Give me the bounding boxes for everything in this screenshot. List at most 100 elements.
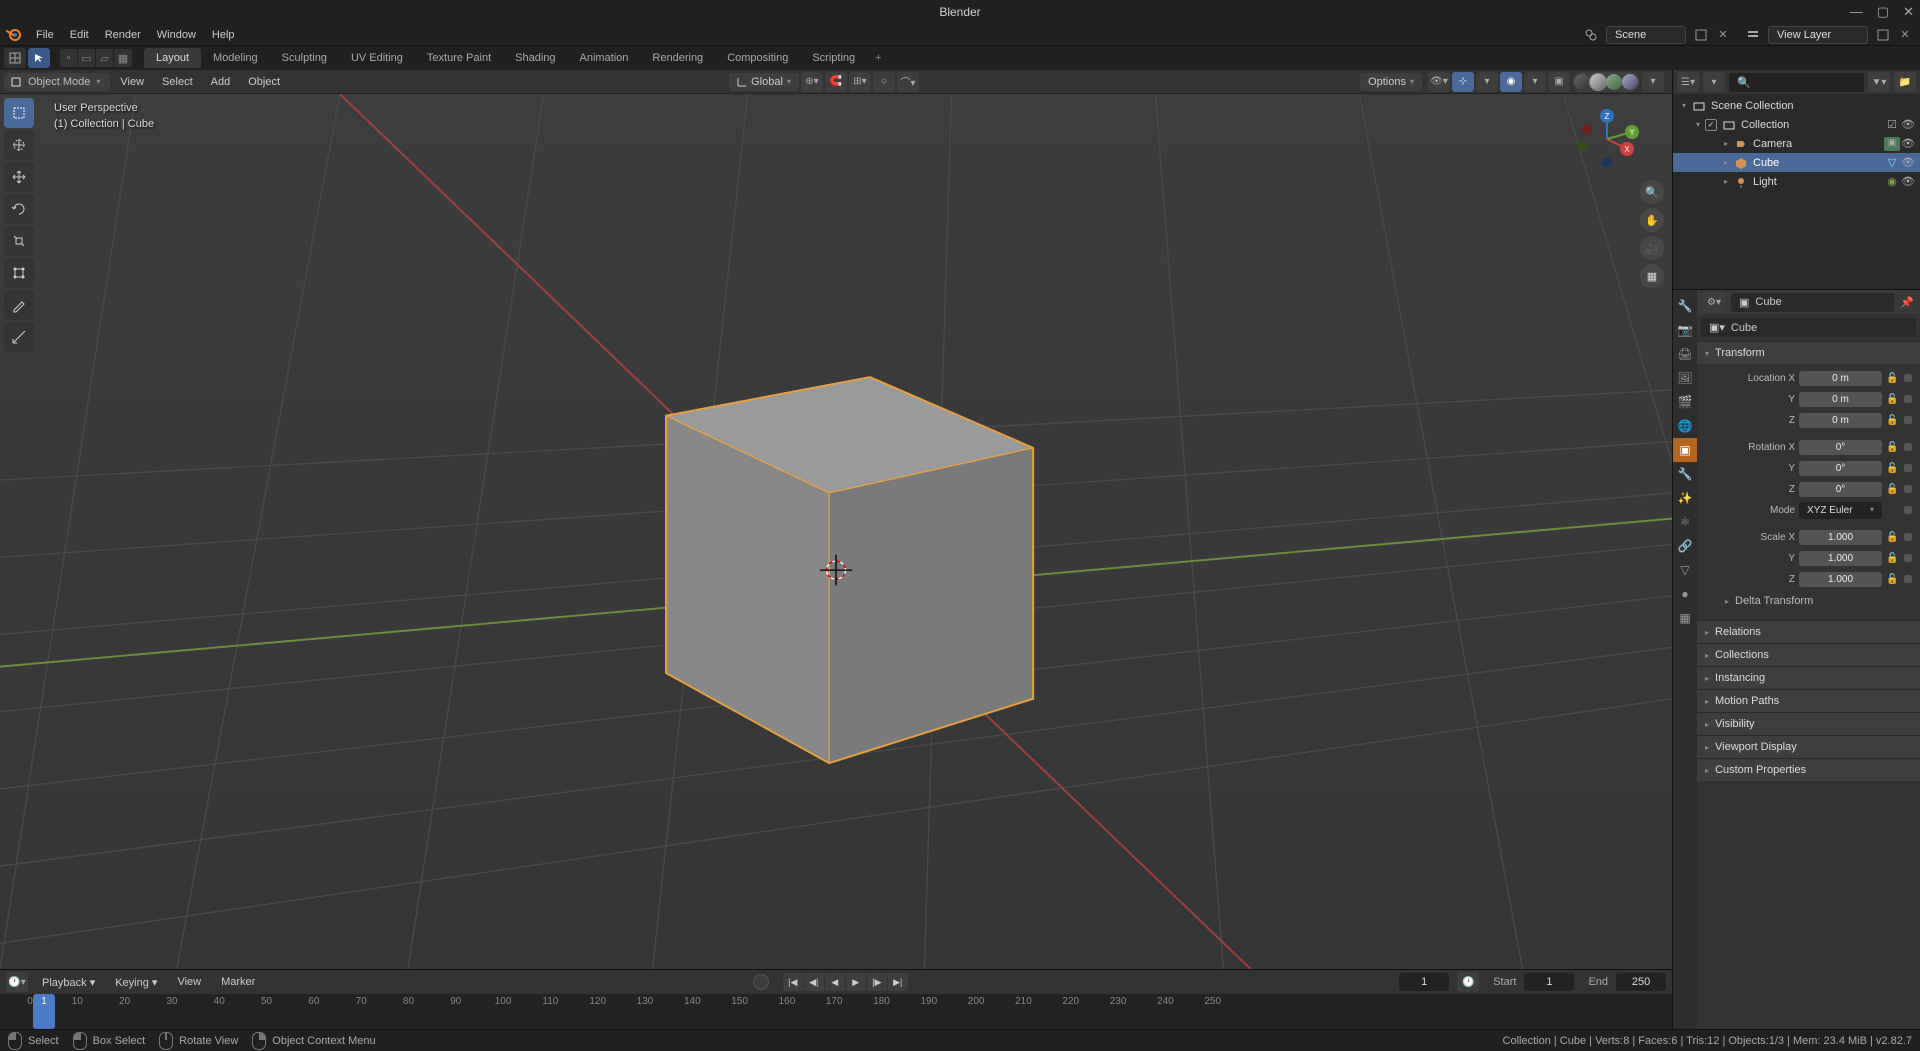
blender-logo-icon[interactable] bbox=[4, 26, 22, 44]
scene-delete-button[interactable]: ✕ bbox=[1713, 25, 1733, 45]
tool-annotate[interactable] bbox=[4, 290, 34, 320]
tool-measure[interactable] bbox=[4, 322, 34, 352]
outliner-scene-collection[interactable]: ▾ Scene Collection bbox=[1673, 96, 1920, 115]
panel-viewport-display[interactable]: Viewport Display bbox=[1697, 735, 1920, 758]
outliner-item-cube[interactable]: ▸ Cube ▽ 👁 bbox=[1673, 153, 1920, 172]
collection-enable-checkbox[interactable]: ✓ bbox=[1705, 119, 1717, 131]
timeline-menu-keying[interactable]: Keying ▾ bbox=[109, 973, 163, 992]
prop-tab-data[interactable]: ▽ bbox=[1673, 558, 1697, 582]
prop-tab-physics[interactable]: ⚛ bbox=[1673, 510, 1697, 534]
camera-view-icon[interactable]: 🎥 bbox=[1640, 236, 1664, 260]
timeline-menu-playback[interactable]: Playback ▾ bbox=[36, 973, 101, 992]
exclude-toggle[interactable]: ☑ bbox=[1884, 118, 1900, 131]
xray-toggle[interactable]: ▣ bbox=[1548, 72, 1570, 92]
outliner-search-field[interactable]: 🔍 bbox=[1729, 73, 1864, 92]
viewport-options[interactable]: Options bbox=[1360, 73, 1422, 91]
pivot-point-button[interactable]: ⊕▾ bbox=[801, 72, 823, 92]
visibility-filter-button[interactable]: 👁▾ bbox=[1428, 72, 1450, 92]
menu-edit[interactable]: Edit bbox=[62, 26, 97, 44]
panel-instancing[interactable]: Instancing bbox=[1697, 666, 1920, 689]
prop-tab-material[interactable]: ● bbox=[1673, 582, 1697, 606]
lock-icon[interactable]: 🔓 bbox=[1886, 442, 1900, 453]
select-mode-1[interactable]: ▫ bbox=[60, 49, 78, 67]
overlay-toggle[interactable]: ◉ bbox=[1500, 72, 1522, 92]
workspace-tab-animation[interactable]: Animation bbox=[568, 48, 641, 68]
camera-data-icon[interactable]: ▣ bbox=[1884, 137, 1900, 151]
scale-x-field[interactable]: 1.000 bbox=[1799, 530, 1882, 545]
panel-relations[interactable]: Relations bbox=[1697, 620, 1920, 643]
editor-type-button[interactable] bbox=[4, 48, 26, 68]
mode-selector[interactable]: Object Mode bbox=[4, 73, 110, 91]
select-mode-3[interactable]: ▱ bbox=[96, 49, 114, 67]
shading-solid[interactable] bbox=[1590, 74, 1606, 90]
outliner-item-light[interactable]: ▸ Light ◉ 👁 bbox=[1673, 172, 1920, 191]
prop-tab-constraints[interactable]: 🔗 bbox=[1673, 534, 1697, 558]
timeline-track[interactable]: 0102030405060708090100110120130140150160… bbox=[0, 994, 1672, 1029]
lock-icon[interactable]: 🔓 bbox=[1886, 553, 1900, 564]
rotation-y-field[interactable]: 0° bbox=[1799, 461, 1882, 476]
transform-orientation[interactable]: Global bbox=[729, 73, 799, 91]
keyframe-dot[interactable] bbox=[1904, 533, 1912, 541]
panel-visibility[interactable]: Visibility bbox=[1697, 712, 1920, 735]
workspace-tab-texture-paint[interactable]: Texture Paint bbox=[415, 48, 503, 68]
timeline-editor-type[interactable]: 🕐▾ bbox=[6, 972, 28, 992]
outliner-item-camera[interactable]: ▸ Camera ▣ 👁 bbox=[1673, 134, 1920, 153]
shading-wireframe[interactable] bbox=[1574, 74, 1590, 90]
tool-move[interactable] bbox=[4, 162, 34, 192]
menu-help[interactable]: Help bbox=[204, 26, 243, 44]
viewport-menu-add[interactable]: Add bbox=[203, 73, 239, 91]
location-z-field[interactable]: 0 m bbox=[1799, 413, 1882, 428]
panel-transform-header[interactable]: Transform bbox=[1697, 341, 1920, 364]
scene-name-field[interactable]: Scene bbox=[1606, 26, 1686, 44]
outliner-filter-button[interactable]: ▼▾ bbox=[1868, 72, 1890, 92]
play-reverse-button[interactable]: ◀ bbox=[825, 973, 845, 991]
auto-keying-toggle[interactable] bbox=[753, 974, 769, 990]
proportional-edit-toggle[interactable]: ○ bbox=[873, 72, 895, 92]
workspace-tab-sculpting[interactable]: Sculpting bbox=[270, 48, 339, 68]
tool-transform[interactable] bbox=[4, 258, 34, 288]
shading-material[interactable] bbox=[1606, 74, 1622, 90]
start-frame-field[interactable]: 1 bbox=[1524, 973, 1574, 991]
3d-viewport[interactable]: User Perspective (1) Collection | Cube bbox=[0, 94, 1672, 969]
keyframe-dot[interactable] bbox=[1904, 485, 1912, 493]
panel-custom-properties[interactable]: Custom Properties bbox=[1697, 758, 1920, 781]
shading-options[interactable]: ▾ bbox=[1642, 72, 1664, 92]
gizmo-options[interactable]: ▾ bbox=[1476, 72, 1498, 92]
navigation-gizmo[interactable]: X Y Z bbox=[1572, 104, 1642, 174]
location-y-field[interactable]: 0 m bbox=[1799, 392, 1882, 407]
workspace-tab-scripting[interactable]: Scripting bbox=[800, 48, 867, 68]
playhead[interactable]: 1 bbox=[33, 994, 55, 1029]
panel-delta-transform[interactable]: Delta Transform bbox=[1705, 590, 1912, 612]
minimize-button[interactable]: — bbox=[1850, 4, 1863, 20]
viewport-menu-select[interactable]: Select bbox=[154, 73, 201, 91]
viewlayer-name-field[interactable]: View Layer bbox=[1768, 26, 1868, 44]
frame-sync-button[interactable]: 🕐 bbox=[1457, 972, 1479, 992]
timeline-menu-view[interactable]: View bbox=[171, 973, 207, 991]
scene-browse-icon[interactable] bbox=[1581, 25, 1601, 45]
play-button[interactable]: ▶ bbox=[846, 973, 866, 991]
viewport-menu-object[interactable]: Object bbox=[240, 73, 288, 91]
pin-button[interactable]: 📌 bbox=[1900, 296, 1914, 309]
prop-tab-texture[interactable]: ▦ bbox=[1673, 606, 1697, 630]
workspace-tab-uv-editing[interactable]: UV Editing bbox=[339, 48, 415, 68]
workspace-tab-compositing[interactable]: Compositing bbox=[715, 48, 800, 68]
tool-cursor[interactable] bbox=[4, 130, 34, 160]
prop-tab-world[interactable]: 🌐 bbox=[1673, 414, 1697, 438]
viewlayer-delete-button[interactable]: ✕ bbox=[1895, 25, 1915, 45]
scene-new-button[interactable] bbox=[1691, 25, 1711, 45]
prop-tab-scene[interactable]: 🎬 bbox=[1673, 390, 1697, 414]
tool-rotate[interactable] bbox=[4, 194, 34, 224]
workspace-tab-layout[interactable]: Layout bbox=[144, 48, 201, 68]
prop-tab-render[interactable]: 📷 bbox=[1673, 318, 1697, 342]
keyframe-dot[interactable] bbox=[1904, 374, 1912, 382]
jump-prev-keyframe-button[interactable]: ◀| bbox=[804, 973, 824, 991]
outliner-collection[interactable]: ▾ ✓ Collection ☑ 👁 bbox=[1673, 115, 1920, 134]
keyframe-dot[interactable] bbox=[1904, 575, 1912, 583]
shading-rendered[interactable] bbox=[1622, 74, 1638, 90]
prop-tab-object[interactable]: ▣ bbox=[1673, 438, 1697, 462]
proportional-falloff-button[interactable]: ⌒▾ bbox=[897, 72, 919, 92]
rotation-x-field[interactable]: 0° bbox=[1799, 440, 1882, 455]
gizmo-toggle[interactable]: ⊹ bbox=[1452, 72, 1474, 92]
lock-icon[interactable]: 🔓 bbox=[1886, 394, 1900, 405]
viewlayer-browse-icon[interactable] bbox=[1743, 25, 1763, 45]
